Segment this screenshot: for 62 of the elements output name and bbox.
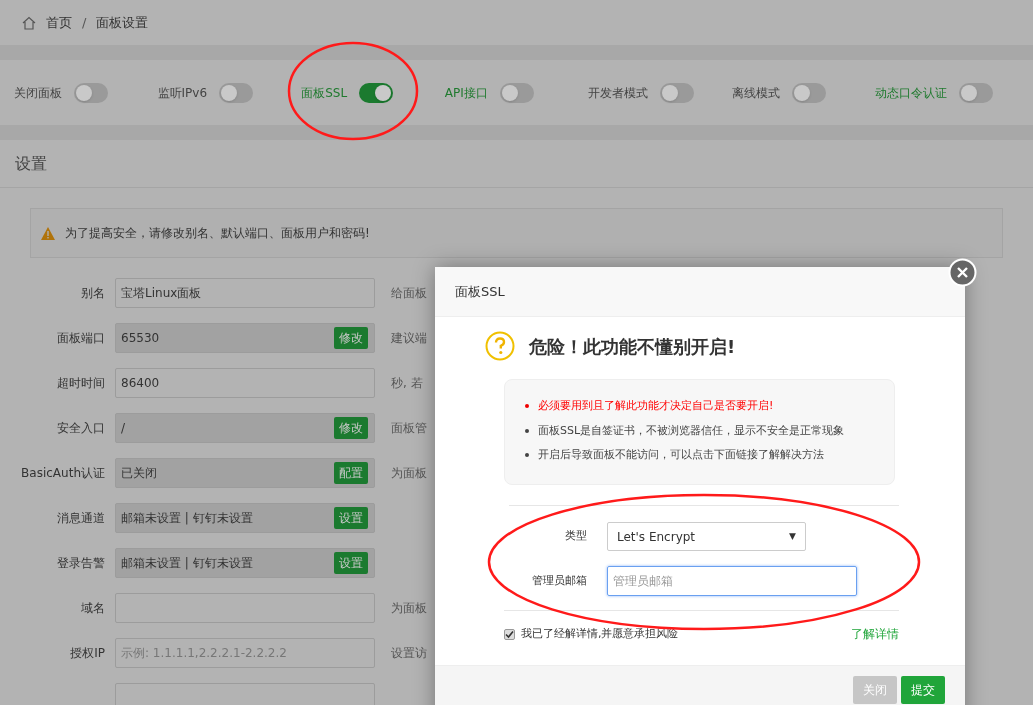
field-label: 安全入口 xyxy=(56,420,105,437)
toggle-switch[interactable] xyxy=(791,82,826,103)
field-label: 授权IP xyxy=(69,645,105,662)
toggle-label: API接口 xyxy=(444,84,488,102)
breadcrumb-item[interactable]: 首页 xyxy=(46,12,72,33)
field-hint: 设置访 xyxy=(391,645,427,662)
edit-button[interactable]: 配置 xyxy=(334,462,368,484)
edit-button[interactable]: 设置 xyxy=(334,507,368,529)
toggle-label: 面板SSL xyxy=(301,84,348,102)
notice-text: 开启后导致面板不能访问，可以点击下面链接了解解决方法 xyxy=(538,447,824,463)
field-label: 超时时间 xyxy=(56,375,105,392)
checkbox-label: 我已了经解详情,并愿意承担风险 xyxy=(521,625,679,642)
home-icon xyxy=(22,15,36,30)
notice-text: 面板SSL是自签证书，不被浏览器信任，显示不安全是正常现象 xyxy=(538,422,845,439)
toggle-switch[interactable] xyxy=(219,82,254,103)
question-icon xyxy=(485,331,515,361)
agree-checkbox[interactable] xyxy=(504,628,515,640)
details-link[interactable]: 了解详情 xyxy=(851,625,899,643)
field-hint: 建议端 xyxy=(391,330,427,347)
field-label: 管理员邮箱 xyxy=(531,572,587,589)
toggle-label: 监听IPv6 xyxy=(157,84,208,102)
toggle-switch[interactable] xyxy=(74,82,108,103)
caret-icon: ▼ xyxy=(789,529,796,544)
bullet-icon xyxy=(525,453,529,458)
toggle-label: 开发者模式 xyxy=(588,84,649,102)
edit-button[interactable]: 修改 xyxy=(334,417,368,439)
bullet-icon xyxy=(525,404,529,409)
toggle-switch[interactable] xyxy=(499,82,534,103)
toggle-switch[interactable] xyxy=(959,82,994,103)
dialog-heading: 危险！此功能不懂别开启! xyxy=(529,334,736,359)
field-label: 域名 xyxy=(80,600,105,617)
email-field[interactable]: 管理员邮箱 xyxy=(607,566,857,596)
type-select[interactable]: Let's Encrypt ▼ xyxy=(607,522,806,551)
alert-text: 为了提高安全，请修改别名、默认端口、面板用户和密码! xyxy=(65,225,370,242)
bullet-icon xyxy=(525,428,529,433)
toggle-label: 关闭面板 xyxy=(14,84,62,102)
edit-button[interactable]: 修改 xyxy=(334,327,368,349)
field-hint: 给面板 xyxy=(391,285,427,302)
section-title: 设置 xyxy=(15,152,47,175)
breadcrumb-item[interactable]: 面板设置 xyxy=(96,12,149,33)
dialog-title: 面板SSL xyxy=(455,282,505,301)
field-hint: 为面板 xyxy=(391,600,427,617)
field-label: 类型 xyxy=(564,528,587,545)
field-hint: 为面板 xyxy=(391,465,427,482)
field-label: 消息通道 xyxy=(56,510,105,527)
notice-text: 必须要用到且了解此功能才决定自己是否要开启! xyxy=(538,398,774,414)
field-label: BasicAuth认证 xyxy=(20,465,105,482)
submit-button[interactable]: 提交 xyxy=(901,676,945,704)
field-hint: 面板管 xyxy=(391,420,427,437)
input-field[interactable]: 宝塔Linux面板 xyxy=(115,278,375,308)
toggle-switch[interactable] xyxy=(660,82,695,103)
toggle-label: 离线模式 xyxy=(731,84,780,102)
breadcrumb-separator: / xyxy=(82,13,87,32)
field-hint: 秒, 若 xyxy=(391,375,423,392)
toggle-switch[interactable] xyxy=(359,82,394,103)
warning-icon xyxy=(41,226,55,240)
input-field[interactable]: 86400 xyxy=(115,368,375,398)
toggle-label: 动态口令认证 xyxy=(875,84,948,102)
field-label: 别名 xyxy=(80,285,105,302)
field-label: 登录告警 xyxy=(56,555,105,572)
field-label: 面板端口 xyxy=(56,330,105,347)
edit-button[interactable]: 设置 xyxy=(334,552,368,574)
